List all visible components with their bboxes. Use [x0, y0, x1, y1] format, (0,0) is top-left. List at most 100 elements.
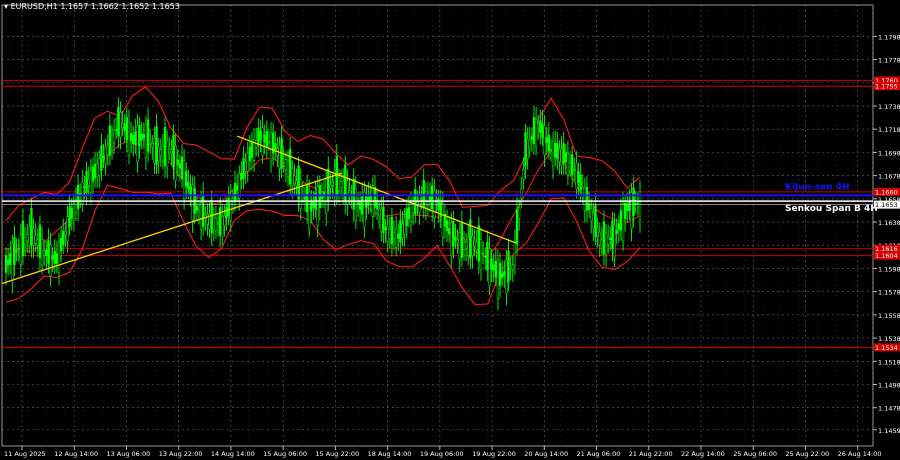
header-arrow-icon[interactable]: ▾ — [4, 2, 8, 11]
candle-body — [488, 248, 491, 287]
candle-body — [144, 124, 148, 158]
candle-body — [89, 170, 92, 193]
candle-body — [293, 175, 296, 185]
candle-body — [384, 227, 387, 231]
candle-body — [494, 260, 497, 278]
candle-body — [185, 171, 188, 187]
senkou-label: Senkou Span B 4H — [785, 204, 878, 214]
candle-body — [448, 228, 451, 235]
x-tick-label: 15 Aug 22:00 — [315, 450, 359, 458]
candle-body — [363, 191, 366, 227]
candle-body — [496, 259, 500, 299]
candle-body — [100, 145, 103, 171]
candle-body — [49, 244, 52, 276]
candle-body — [308, 192, 311, 230]
y-tick-label: 1.1538 — [878, 335, 900, 343]
candle-body — [477, 225, 480, 262]
candle-body — [216, 223, 220, 225]
candle-body — [613, 225, 616, 258]
candle-body — [72, 203, 76, 219]
candle-body — [382, 206, 385, 234]
candle-body — [235, 185, 239, 191]
candle-body — [528, 138, 531, 148]
candle-body — [146, 119, 150, 152]
candle-body — [380, 208, 383, 232]
candle-body — [329, 184, 332, 189]
candle-body — [600, 239, 603, 248]
candle-body — [242, 158, 245, 179]
candle-body — [598, 231, 601, 245]
candle-body — [316, 186, 319, 226]
candle-body — [517, 207, 521, 219]
candle-body — [199, 202, 203, 230]
candle-body — [467, 237, 470, 256]
candle-body — [515, 208, 519, 245]
candle-body — [492, 264, 495, 271]
candle-body — [479, 239, 483, 271]
candle-body — [310, 200, 313, 212]
x-tick-label: 13 Aug 22:00 — [159, 450, 203, 458]
y-tick-label: 1.1558 — [878, 312, 900, 320]
candle-body — [180, 156, 184, 179]
candle-body — [26, 234, 29, 242]
candle-body — [151, 143, 154, 148]
x-tick-label: 14 Aug 14:00 — [211, 450, 255, 458]
candle-body — [507, 250, 510, 283]
y-tick-label: 1.1518 — [878, 358, 900, 366]
candle-body — [339, 181, 343, 189]
candle-body — [159, 149, 162, 156]
candle-body — [484, 255, 487, 258]
candle-body — [416, 201, 419, 205]
candle-body — [551, 141, 555, 167]
candle-body — [331, 182, 334, 186]
candle-body — [562, 143, 565, 164]
candle-body — [401, 223, 404, 239]
x-tick-label: 22 Aug 14:00 — [681, 450, 725, 458]
candle-body — [554, 142, 557, 158]
candle-body — [123, 123, 126, 131]
candle-body — [636, 202, 640, 205]
candle-body — [66, 216, 69, 242]
candle-body — [38, 224, 42, 258]
x-tick-label: 15 Aug 06:00 — [263, 450, 307, 458]
candle-body — [568, 162, 572, 167]
candle-body — [587, 204, 591, 210]
candle-body — [136, 125, 139, 162]
candle-body — [524, 132, 527, 167]
candle-body — [490, 258, 493, 270]
price-chart[interactable]: 1.17981.17781.17581.17381.17181.16981.16… — [0, 0, 900, 460]
candle-body — [295, 180, 298, 187]
candle-body — [11, 243, 14, 281]
y-tick-label: 1.1798 — [878, 33, 900, 41]
x-tick-label: 20 Aug 14:00 — [524, 450, 568, 458]
level-price-label: 1.1604 — [875, 252, 898, 260]
candle-body — [526, 138, 529, 160]
candle-body — [168, 149, 171, 153]
candle-body — [456, 239, 459, 243]
candle-body — [395, 228, 398, 248]
candle-body — [174, 145, 177, 181]
candle-body — [225, 207, 228, 219]
candle-body — [621, 203, 625, 242]
candle-body — [91, 166, 95, 182]
candle-body — [566, 152, 570, 176]
candle-body — [246, 153, 249, 172]
candle-body — [102, 155, 105, 159]
candle-body — [68, 206, 71, 228]
candle-body — [223, 215, 226, 226]
candle-body — [602, 221, 606, 255]
candle-body — [532, 117, 536, 144]
candle-body — [486, 242, 489, 271]
candle-body — [4, 255, 8, 273]
level-price-label: 1.1755 — [875, 83, 898, 91]
candle-body — [418, 194, 421, 213]
candle-body — [441, 203, 444, 238]
candle-body — [607, 237, 610, 245]
candle-body — [530, 136, 534, 140]
candle-body — [615, 230, 618, 234]
candle-body — [187, 181, 190, 190]
candle-body — [594, 205, 597, 237]
candle-body — [55, 253, 59, 264]
candle-body — [431, 185, 434, 209]
candle-body — [592, 213, 595, 230]
